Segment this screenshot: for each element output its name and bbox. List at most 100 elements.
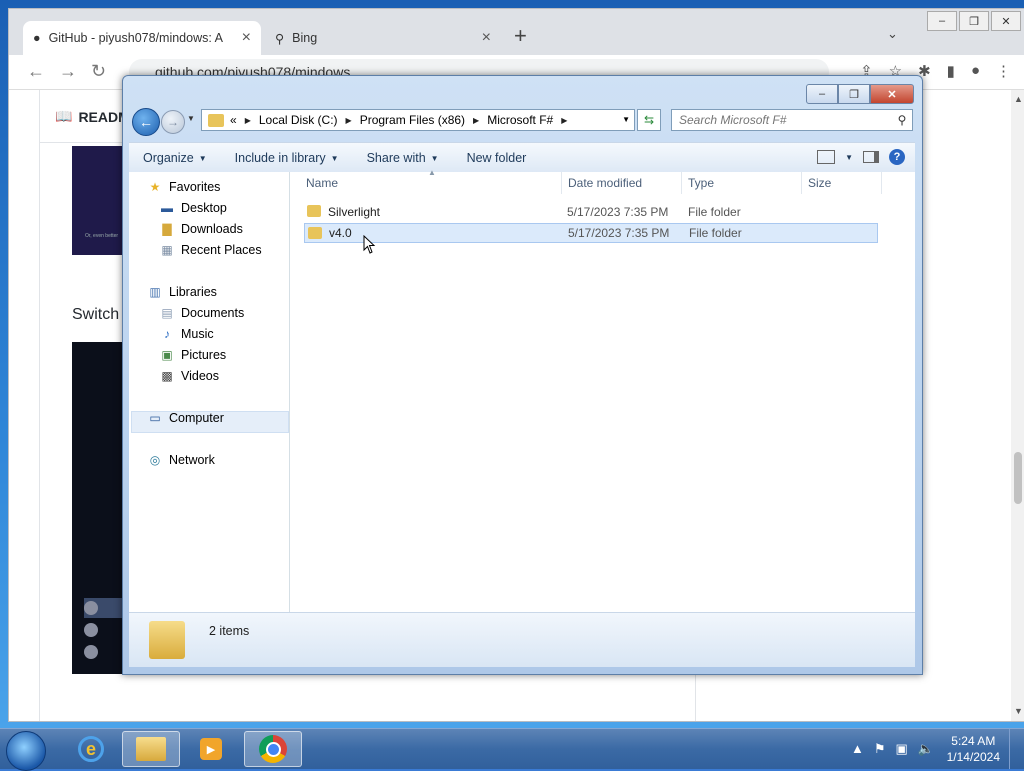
star-icon: ★: [149, 180, 161, 194]
start-button[interactable]: [6, 731, 46, 771]
taskbar-explorer[interactable]: [122, 731, 180, 767]
view-options-icon[interactable]: [817, 150, 836, 164]
overflow-chevron[interactable]: «: [230, 113, 237, 127]
taskbar-chrome[interactable]: [244, 731, 302, 767]
back-arrow-icon[interactable]: ←: [27, 61, 45, 82]
back-button[interactable]: ←: [132, 108, 160, 136]
file-list: ▲ Name Date modified Type Size Silverlig…: [290, 168, 915, 612]
file-type: File folder: [689, 226, 742, 240]
network-icon[interactable]: ▣: [896, 741, 908, 757]
column-header-size[interactable]: Size: [802, 172, 882, 194]
nav-videos[interactable]: ▩ Videos: [159, 369, 219, 383]
clock-date: 1/14/2024: [946, 750, 1000, 764]
close-icon[interactable]: ✕: [991, 11, 1021, 31]
minimize-icon[interactable]: –: [806, 84, 838, 104]
action-center-icon[interactable]: ⚑: [874, 741, 886, 757]
column-header-date[interactable]: Date modified: [562, 172, 682, 194]
media-player-icon: ▶: [200, 738, 222, 760]
folder-icon: [208, 113, 224, 127]
scroll-down-icon[interactable]: ▼: [1014, 706, 1023, 716]
crumb-microsoft-fsharp[interactable]: Microsoft F#: [487, 113, 553, 127]
include-in-library-button[interactable]: Include in library ▼: [221, 151, 353, 165]
crumb-local-disk[interactable]: Local Disk (C:): [259, 113, 338, 127]
tab-strip: ● GitHub - piyush078/mindows: A × ⚲ Bing…: [9, 9, 1024, 55]
readme-tab[interactable]: 📖 READM: [55, 108, 130, 125]
column-header-name[interactable]: Name: [300, 172, 562, 194]
page-scrollbar[interactable]: ▲ ▼: [1011, 90, 1024, 721]
chevron-down-icon[interactable]: ▼: [845, 153, 853, 162]
library-icon: ▥: [149, 285, 161, 299]
nav-recent-places[interactable]: ▦ Recent Places: [159, 243, 261, 257]
minimize-icon[interactable]: –: [927, 11, 957, 31]
forward-button[interactable]: →: [161, 110, 185, 134]
file-date: 5/17/2023 7:35 PM: [568, 226, 670, 240]
tab-title: Bing: [292, 31, 318, 45]
file-row[interactable]: Silverlight 5/17/2023 7:35 PM File folde…: [304, 202, 878, 222]
refresh-button[interactable]: ⇆: [637, 109, 661, 131]
help-icon[interactable]: ?: [889, 149, 905, 165]
close-tab-icon[interactable]: ×: [242, 29, 251, 47]
show-desktop-button[interactable]: [1009, 729, 1024, 769]
details-pane: 2 items: [129, 612, 915, 667]
internet-explorer-icon: e: [78, 736, 104, 762]
computer-icon: ▭: [149, 411, 161, 425]
tab-bing[interactable]: ⚲ Bing ×: [265, 21, 501, 55]
search-input[interactable]: [672, 112, 892, 128]
chevron-down-icon[interactable]: ⌄: [887, 26, 898, 42]
folder-icon: [308, 227, 322, 239]
explorer-window-controls: – ❐ ✕: [806, 84, 914, 104]
recent-pages-icon[interactable]: ▼: [187, 114, 195, 123]
navigation-pane: ★ Favorites ▬ Desktop ▇ Downloads ▦ Rece…: [129, 172, 290, 612]
chevron-down-icon: ▼: [430, 153, 439, 163]
nav-network[interactable]: ◎ Network: [147, 453, 215, 467]
scroll-up-icon[interactable]: ▲: [1014, 94, 1023, 104]
file-name: Silverlight: [328, 205, 381, 219]
column-header-type[interactable]: Type: [682, 172, 802, 194]
downloads-icon: ▇: [162, 222, 172, 236]
maximize-icon[interactable]: ❐: [838, 84, 870, 104]
maximize-icon[interactable]: ❐: [959, 11, 989, 31]
github-icon: ●: [33, 31, 41, 45]
explorer-window: – ❐ ✕ ← → ▼ « ▶ Local Disk (C:) ▶ Progra…: [122, 75, 923, 675]
menu-icon[interactable]: ⋮: [996, 62, 1011, 80]
reload-icon[interactable]: ↻: [91, 61, 106, 82]
nav-pictures[interactable]: ▣ Pictures: [159, 348, 226, 362]
close-tab-icon[interactable]: ×: [482, 29, 491, 47]
new-folder-button[interactable]: New folder: [453, 151, 541, 165]
taskbar-internet-explorer[interactable]: e: [62, 731, 120, 767]
nav-desktop[interactable]: ▬ Desktop: [159, 201, 227, 215]
system-tray: ▲ ⚑ ▣ 🔈: [851, 741, 934, 757]
volume-icon[interactable]: 🔈: [918, 741, 934, 757]
clock[interactable]: 5:24 AM 1/14/2024: [947, 733, 1000, 765]
profile-icon[interactable]: ●: [971, 62, 980, 80]
nav-music[interactable]: ♪ Music: [159, 327, 214, 341]
close-icon[interactable]: ✕: [870, 84, 914, 104]
search-box[interactable]: ⚲: [671, 109, 913, 131]
preview-pane-icon[interactable]: [863, 151, 879, 163]
address-dropdown-icon[interactable]: ▼: [622, 115, 630, 124]
nav-libraries[interactable]: ▥ Libraries: [147, 285, 217, 299]
address-bar[interactable]: « ▶ Local Disk (C:) ▶ Program Files (x86…: [201, 109, 635, 131]
tab-github[interactable]: ● GitHub - piyush078/mindows: A ×: [23, 21, 261, 55]
sidepanel-icon[interactable]: ▮: [947, 62, 955, 80]
nav-downloads[interactable]: ▇ Downloads: [159, 222, 242, 236]
nav-computer[interactable]: ▭ Computer: [147, 411, 224, 425]
share-with-button[interactable]: Share with ▼: [353, 151, 453, 165]
documents-icon: ▤: [161, 306, 173, 320]
taskbar-media-player[interactable]: ▶: [182, 731, 240, 767]
scroll-thumb[interactable]: [1014, 452, 1022, 504]
file-row[interactable]: v4.0 5/17/2023 7:35 PM File folder: [304, 223, 878, 243]
forward-arrow-icon[interactable]: →: [59, 61, 77, 82]
book-icon: 📖: [55, 108, 73, 124]
organize-button[interactable]: Organize ▼: [129, 151, 221, 165]
tab-title: GitHub - piyush078/mindows: A: [48, 31, 223, 45]
nav-documents[interactable]: ▤ Documents: [159, 306, 244, 320]
folder-icon: [149, 621, 185, 659]
section-heading: Switch: [72, 306, 120, 323]
command-bar: Organize ▼ Include in library ▼ Share with…: [129, 142, 915, 173]
show-hidden-icons-icon[interactable]: ▲: [851, 741, 864, 757]
new-tab-icon[interactable]: +: [514, 23, 527, 49]
search-icon: ⚲: [275, 31, 285, 46]
crumb-program-files[interactable]: Program Files (x86): [360, 113, 465, 127]
nav-favorites[interactable]: ★ Favorites: [147, 180, 221, 194]
